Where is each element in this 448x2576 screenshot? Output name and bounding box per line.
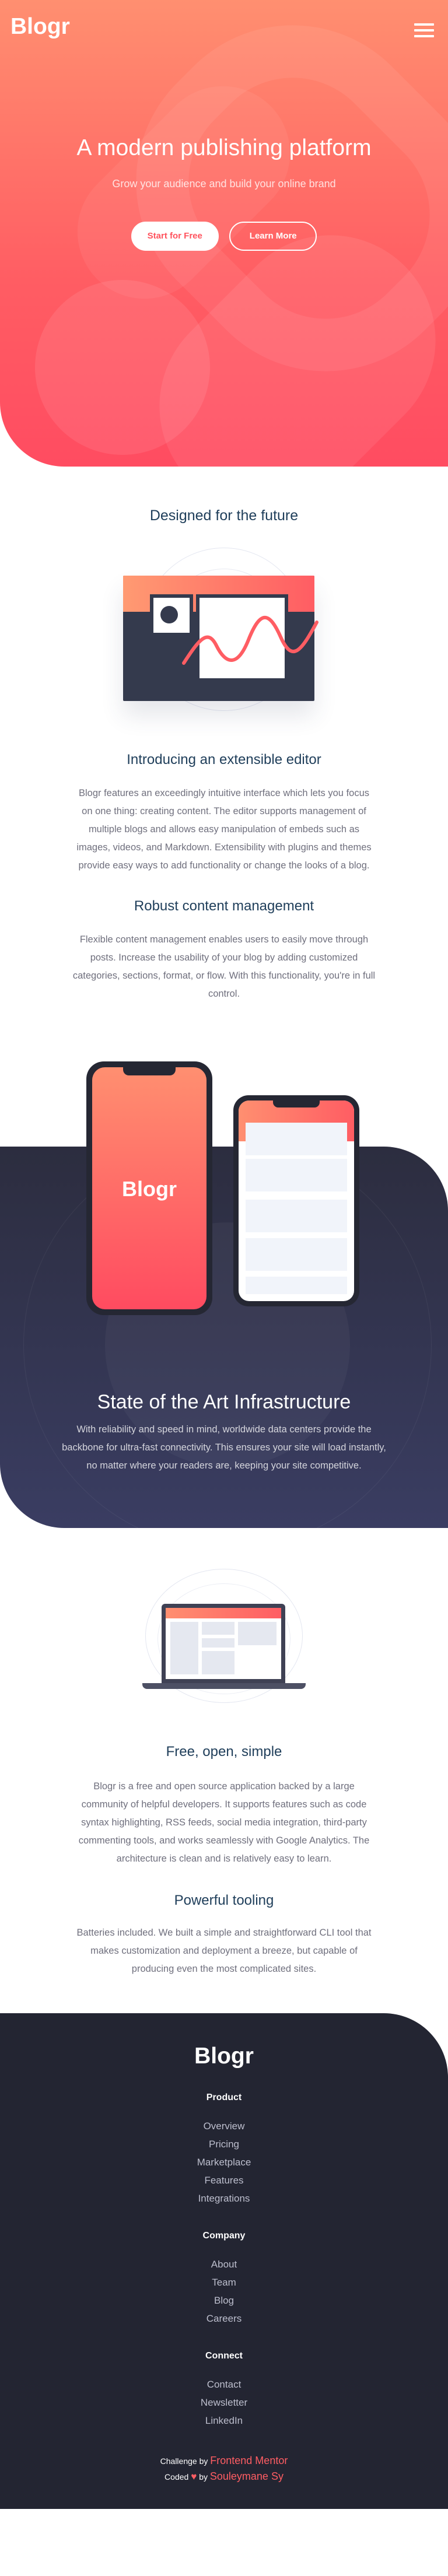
footer-heading: Product [206, 2093, 242, 2102]
hero-subtitle: Grow your audience and build your online… [112, 178, 336, 190]
infrastructure-title: State of the Art Infrastructure [97, 1391, 351, 1413]
heart-icon: ♥ [191, 2471, 197, 2482]
start-for-free-button[interactable]: Start for Free [131, 222, 219, 251]
robust-content-block: Robust content management Flexible conte… [0, 875, 448, 1061]
hero-section: Blogr A modern publishing platform Grow … [0, 0, 448, 467]
wave-line [182, 616, 318, 665]
section-body: Flexible content management enables user… [72, 934, 376, 999]
footer-logo[interactable]: Blogr [0, 2013, 448, 2069]
footer-link-integrations[interactable]: Integrations [0, 2189, 448, 2207]
footer-link-blog[interactable]: Blog [0, 2291, 448, 2309]
section-heading: Free, open, simple [166, 1744, 282, 1760]
editor-illustration [0, 536, 448, 728]
footer-link-marketplace[interactable]: Marketplace [0, 2153, 448, 2171]
hero-title: A modern publishing platform [76, 135, 372, 160]
phone-mockup [233, 1095, 359, 1306]
section-body: Blogr features an exceedingly intuitive … [76, 788, 372, 871]
attribution-text: Coded [164, 2472, 189, 2482]
designed-section: Designed for the future Introducing an e… [0, 467, 448, 1061]
footer-link-newsletter[interactable]: Newsletter [0, 2393, 448, 2412]
footer-link-overview[interactable]: Overview [0, 2117, 448, 2135]
footer-link-team[interactable]: Team [0, 2273, 448, 2291]
site-footer: Blogr Product Overview Pricing Marketpla… [0, 2013, 448, 2509]
section-heading: Introducing an extensible editor [127, 752, 321, 767]
footer-link-linkedin[interactable]: LinkedIn [0, 2412, 448, 2430]
section-heading: Powerful tooling [174, 1892, 274, 1908]
powerful-tooling-block: Powerful tooling Batteries included. We … [0, 1868, 448, 1978]
site-logo[interactable]: Blogr [10, 14, 70, 40]
footer-link-about[interactable]: About [0, 2255, 448, 2273]
section-heading: Robust content management [134, 898, 314, 914]
footer-link-contact[interactable]: Contact [0, 2375, 448, 2393]
extensible-editor-block: Introducing an extensible editor Blogr f… [0, 728, 448, 875]
footer-link-careers[interactable]: Careers [0, 2309, 448, 2328]
frontend-mentor-link[interactable]: Frontend Mentor [210, 2455, 288, 2466]
section-body: Batteries included. We built a simple an… [76, 1927, 372, 1974]
footer-group-product: Product Overview Pricing Marketplace Fea… [0, 2093, 448, 2207]
infrastructure-section: Blogr State of the Art Infrastructure Wi… [0, 1061, 448, 1528]
hamburger-icon[interactable] [414, 23, 434, 37]
phone-logo: Blogr [122, 1177, 177, 1201]
section-body: Blogr is a free and open source applicat… [78, 1781, 370, 1864]
footer-link-pricing[interactable]: Pricing [0, 2135, 448, 2153]
features-section: Free, open, simple Blogr is a free and o… [0, 1528, 448, 1978]
footer-heading: Connect [205, 2351, 243, 2361]
footer-group-company: Company About Team Blog Careers [0, 2231, 448, 2328]
attribution-text: by [199, 2472, 208, 2482]
footer-link-features[interactable]: Features [0, 2171, 448, 2189]
author-link[interactable]: Souleymane Sy [210, 2470, 284, 2482]
attribution-text: Challenge by [160, 2456, 208, 2466]
attribution: Challenge by Frontend Mentor Coded ♥ by … [0, 2453, 448, 2484]
laptop-illustration [0, 1569, 448, 1715]
footer-group-connect: Connect Contact Newsletter LinkedIn [0, 2351, 448, 2430]
learn-more-button[interactable]: Learn More [229, 222, 317, 251]
footer-heading: Company [202, 2231, 246, 2241]
phone-mockup: Blogr [86, 1061, 212, 1315]
infrastructure-body: With reliability and speed in mind, worl… [62, 1424, 386, 1471]
hero-buttons: Start for Free Learn More [0, 222, 448, 251]
section-title: Designed for the future [149, 507, 299, 524]
